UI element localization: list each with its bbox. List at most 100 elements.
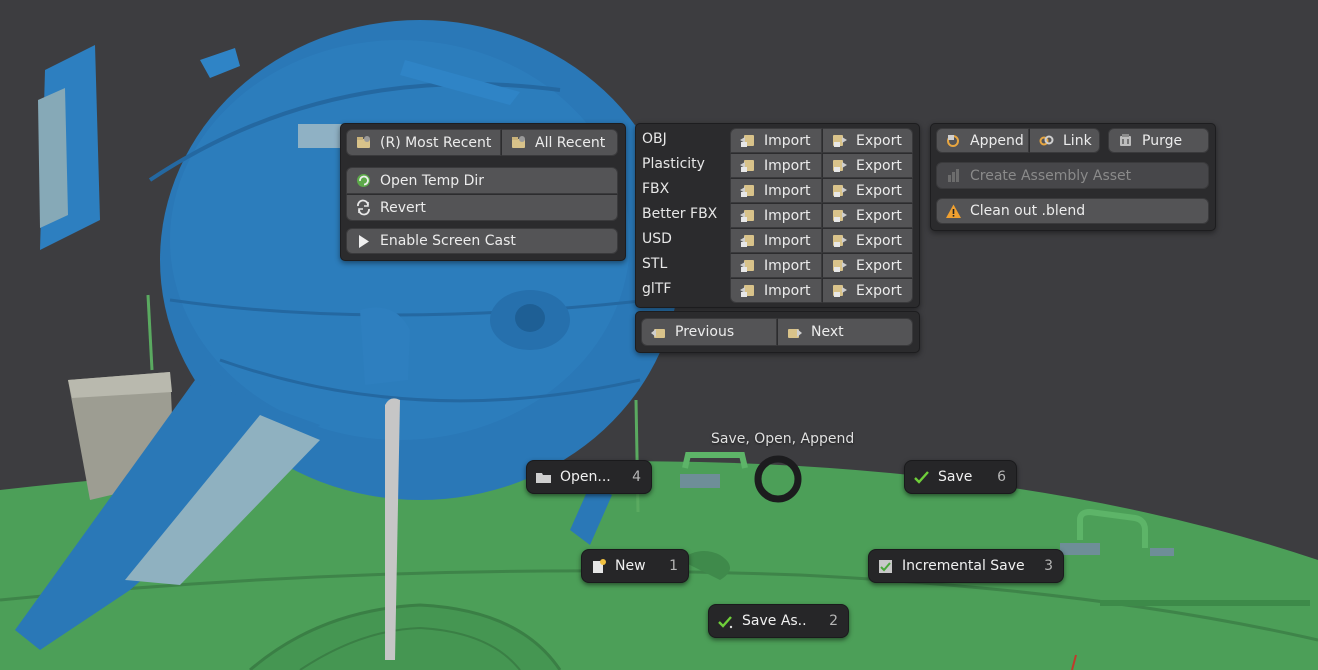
import-label: Import bbox=[764, 232, 811, 249]
import-icon bbox=[739, 207, 756, 224]
import-icon bbox=[739, 232, 756, 249]
pie-incremental-save-label: Incremental Save bbox=[902, 558, 1025, 574]
pie-new-key: 1 bbox=[669, 558, 678, 574]
pie-new-button[interactable]: New 1 bbox=[581, 549, 689, 583]
all-recent-button[interactable]: All Recent bbox=[501, 129, 618, 156]
pie-open-button[interactable]: Open... 4 bbox=[526, 460, 652, 494]
enable-screen-cast-button[interactable]: Enable Screen Cast bbox=[346, 228, 618, 254]
format-label-better-fbx: Better FBX bbox=[642, 206, 718, 222]
export-label: Export bbox=[856, 182, 902, 199]
format-label-obj: OBJ bbox=[642, 131, 667, 147]
export-obj-button[interactable]: Export bbox=[822, 128, 913, 153]
pie-center-ring bbox=[754, 455, 802, 503]
revert-label: Revert bbox=[380, 199, 426, 216]
export-usd-button[interactable]: Export bbox=[822, 228, 913, 253]
import-label: Import bbox=[764, 207, 811, 224]
export-better-fbx-button[interactable]: Export bbox=[822, 203, 913, 228]
format-label-usd: USD bbox=[642, 231, 672, 247]
purge-icon bbox=[1117, 132, 1134, 149]
export-plasticity-button[interactable]: Export bbox=[822, 153, 913, 178]
import-icon bbox=[739, 257, 756, 274]
format-label-plasticity: Plasticity bbox=[642, 156, 705, 172]
export-fbx-button[interactable]: Export bbox=[822, 178, 913, 203]
create-assembly-asset-button[interactable]: Create Assembly Asset bbox=[936, 162, 1209, 189]
link-icon bbox=[1038, 132, 1055, 149]
export-icon bbox=[831, 207, 848, 224]
import-icon bbox=[739, 157, 756, 174]
purge-button[interactable]: Purge bbox=[1108, 128, 1209, 153]
append-button[interactable]: Append bbox=[936, 128, 1029, 153]
pie-save-key: 6 bbox=[997, 469, 1006, 485]
link-label: Link bbox=[1063, 132, 1092, 149]
import-fbx-button[interactable]: Import bbox=[730, 178, 822, 203]
import-icon bbox=[739, 282, 756, 299]
export-icon bbox=[831, 232, 848, 249]
pie-incremental-save-key: 3 bbox=[1044, 558, 1053, 574]
export-icon bbox=[831, 282, 848, 299]
checkmark-icon bbox=[913, 469, 930, 486]
clean-out-blend-label: Clean out .blend bbox=[970, 203, 1086, 219]
all-recent-label: All Recent bbox=[535, 134, 606, 151]
append-icon bbox=[945, 132, 962, 149]
import-usd-button[interactable]: Import bbox=[730, 228, 822, 253]
most-recent-button[interactable]: (R) Most Recent bbox=[346, 129, 501, 156]
open-temp-dir-button[interactable]: Open Temp Dir bbox=[346, 167, 618, 194]
import-label: Import bbox=[764, 282, 811, 299]
format-label-stl: STL bbox=[642, 256, 668, 272]
pie-save-button[interactable]: Save 6 bbox=[904, 460, 1017, 494]
next-label: Next bbox=[811, 324, 844, 340]
most-recent-label: (R) Most Recent bbox=[380, 134, 492, 151]
previous-button[interactable]: Previous bbox=[641, 318, 777, 346]
import-plasticity-button[interactable]: Import bbox=[730, 153, 822, 178]
export-icon bbox=[831, 157, 848, 174]
create-assembly-asset-label: Create Assembly Asset bbox=[970, 167, 1132, 184]
assembly-icon bbox=[945, 167, 962, 184]
import-icon bbox=[739, 182, 756, 199]
export-icon bbox=[831, 182, 848, 199]
link-button[interactable]: Link bbox=[1029, 128, 1100, 153]
export-gltf-button[interactable]: Export bbox=[822, 278, 913, 303]
import-gltf-button[interactable]: Import bbox=[730, 278, 822, 303]
pie-open-key: 4 bbox=[632, 469, 641, 485]
next-button[interactable]: Next bbox=[777, 318, 913, 346]
folder-clock-icon bbox=[355, 134, 372, 151]
play-icon bbox=[355, 233, 372, 250]
previous-label: Previous bbox=[675, 324, 735, 340]
folder-icon bbox=[535, 469, 552, 486]
export-label: Export bbox=[856, 157, 902, 174]
export-label: Export bbox=[856, 282, 902, 299]
export-stl-button[interactable]: Export bbox=[822, 253, 913, 278]
import-label: Import bbox=[764, 182, 811, 199]
pie-save-as-label: Save As.. bbox=[742, 613, 807, 629]
pie-menu-title: Save, Open, Append bbox=[711, 431, 855, 447]
export-label: Export bbox=[856, 232, 902, 249]
format-label-gltf: glTF bbox=[642, 281, 672, 297]
format-label-fbx: FBX bbox=[642, 181, 670, 197]
warning-icon bbox=[945, 203, 962, 220]
folder-clock-icon bbox=[510, 134, 527, 151]
export-icon bbox=[831, 132, 848, 149]
pie-save-as-button[interactable]: Save As.. 2 bbox=[708, 604, 849, 638]
import-label: Import bbox=[764, 132, 811, 149]
purge-label: Purge bbox=[1142, 132, 1183, 149]
export-label: Export bbox=[856, 132, 902, 149]
pie-new-label: New bbox=[615, 558, 646, 574]
revert-button[interactable]: Revert bbox=[346, 194, 618, 221]
pie-open-label: Open... bbox=[560, 469, 611, 485]
import-label: Import bbox=[764, 157, 811, 174]
arrow-right-icon bbox=[786, 324, 803, 341]
arrow-left-icon bbox=[650, 324, 667, 341]
clean-out-blend-button[interactable]: Clean out .blend bbox=[936, 198, 1209, 224]
import-better-fbx-button[interactable]: Import bbox=[730, 203, 822, 228]
import-stl-button[interactable]: Import bbox=[730, 253, 822, 278]
import-label: Import bbox=[764, 257, 811, 274]
append-label: Append bbox=[970, 132, 1024, 149]
export-icon bbox=[831, 257, 848, 274]
enable-screen-cast-label: Enable Screen Cast bbox=[380, 233, 516, 249]
export-label: Export bbox=[856, 207, 902, 224]
loop-icon bbox=[355, 199, 372, 216]
folder-refresh-icon bbox=[355, 172, 372, 189]
import-obj-button[interactable]: Import bbox=[730, 128, 822, 153]
pie-incremental-save-button[interactable]: Incremental Save 3 bbox=[868, 549, 1064, 583]
pie-save-as-key: 2 bbox=[829, 613, 838, 629]
